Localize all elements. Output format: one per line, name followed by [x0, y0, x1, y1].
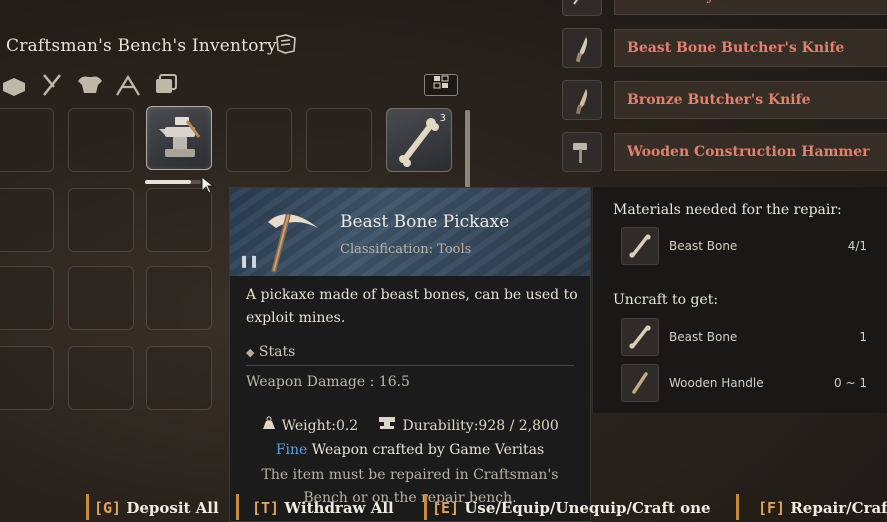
diamond-icon: ◆ — [246, 346, 255, 359]
hammer-icon — [562, 132, 602, 172]
quality-label: Fine — [275, 442, 308, 458]
anvil-icon — [159, 117, 201, 157]
hotkey-withdraw-all[interactable]: [T] Withdraw All — [252, 494, 394, 522]
stats-heading-label: Stats — [258, 344, 296, 360]
stats-heading: ◆ Stats — [246, 344, 295, 360]
stack-count: 3 — [439, 113, 446, 124]
scythe-icon — [562, 0, 602, 16]
item-classification: Classification: Tools — [340, 242, 472, 257]
pause-icon: ❚❚ — [239, 254, 260, 268]
weight-durability-line: Weight:0.2 Durability:928 / 2,800 — [230, 416, 590, 434]
hotkey-key: [G] — [94, 499, 122, 517]
wooden-handle-icon — [621, 364, 659, 402]
recipe-label: Wooden Construction Hammer — [614, 133, 887, 171]
inventory-slot[interactable] — [0, 266, 54, 330]
inventory-slot[interactable] — [68, 266, 134, 330]
inventory-slot[interactable] — [68, 346, 134, 410]
recipe-item[interactable]: Beast Bone Butcher's Knife — [562, 28, 887, 68]
durability-value: Durability:928 / 2,800 — [402, 418, 559, 434]
hotkey-key: [F] — [758, 499, 786, 517]
recipe-label: Bronze Scythe — [614, 0, 887, 15]
category-misc-icon[interactable] — [152, 73, 180, 101]
weight-icon — [261, 416, 277, 434]
inventory-slot[interactable] — [306, 108, 372, 172]
durability-bar — [145, 180, 201, 184]
uncraft-heading: Uncraft to get: — [613, 292, 719, 308]
beast-bone-icon — [621, 227, 659, 265]
repair-material-row: Beast Bone 4/1 — [621, 227, 871, 265]
knife-icon — [562, 80, 602, 120]
beast-bone-icon — [621, 318, 659, 356]
inventory-book-icon — [274, 32, 298, 56]
inventory-slot-anvil[interactable] — [146, 106, 212, 170]
hotkey-use-equip[interactable]: [E] Use/Equip/Unequip/Craft one — [432, 494, 711, 522]
inventory-slot[interactable] — [68, 188, 134, 252]
item-tooltip: Beast Bone Pickaxe Classification: Tools… — [229, 187, 591, 522]
item-description: A pickaxe made of beast bones, can be us… — [246, 287, 578, 326]
recipe-label: Beast Bone Butcher's Knife — [614, 29, 887, 67]
hotkey-label: Withdraw All — [284, 499, 394, 517]
hotkey-key: [E] — [432, 499, 460, 517]
recipe-item[interactable]: Bronze Butcher's Knife — [562, 80, 887, 120]
hotkey-key: [T] — [252, 499, 280, 517]
category-tools-icon[interactable] — [114, 73, 142, 101]
recipe-item[interactable]: Bronze Scythe — [562, 0, 887, 16]
weapon-damage: Weapon Damage : 16.5 — [246, 374, 410, 390]
hotkey-separator — [424, 494, 427, 520]
mouse-cursor-icon — [201, 175, 215, 194]
inventory-slot[interactable] — [68, 108, 134, 172]
tooltip-header: Beast Bone Pickaxe Classification: Tools… — [230, 188, 590, 276]
material-qty: 1 — [859, 330, 867, 344]
inventory-slot[interactable] — [146, 346, 212, 410]
hotkey-separator — [86, 494, 89, 520]
hotkey-repair-craft[interactable]: [F] Repair/Craft — [758, 494, 887, 522]
weight-value: Weight:0.2 — [281, 418, 359, 434]
repair-heading: Materials needed for the repair: — [613, 202, 842, 218]
recipe-item[interactable]: Wooden Construction Hammer — [562, 132, 887, 172]
hotkey-label: Use/Equip/Unequip/Craft one — [464, 499, 711, 517]
inventory-scrollbar[interactable] — [465, 110, 470, 190]
inventory-slot[interactable] — [146, 188, 212, 252]
inventory-slot[interactable] — [146, 266, 212, 330]
recipe-label: Bronze Butcher's Knife — [614, 81, 887, 119]
crafted-by: Weapon crafted by Game Veritas — [311, 442, 545, 458]
material-qty: 4/1 — [847, 239, 867, 253]
knife-icon — [562, 28, 602, 68]
hotkey-label: Repair/Craft — [790, 499, 887, 517]
inventory-slot[interactable] — [0, 108, 54, 172]
material-name: Beast Bone — [669, 330, 738, 344]
hotkey-separator — [736, 494, 739, 520]
durability-fill — [145, 180, 191, 184]
uncraft-material-row: Beast Bone 1 — [621, 318, 871, 356]
category-armor-icon[interactable] — [76, 73, 104, 101]
inventory-slot[interactable] — [226, 108, 292, 172]
anvil-durability-icon — [376, 417, 398, 434]
inventory-slot[interactable] — [0, 346, 54, 410]
inventory-slot[interactable] — [0, 188, 54, 252]
inventory-slot-beast-bone[interactable]: 3 — [386, 108, 452, 172]
uncraft-material-row: Wooden Handle 0 ~ 1 — [621, 364, 871, 402]
sort-inventory-button[interactable] — [424, 74, 458, 96]
crafted-by-line: Fine Weapon crafted by Game Veritas — [230, 442, 590, 458]
material-name: Beast Bone — [669, 239, 738, 253]
inventory-title: Craftsman's Bench's Inventory — [6, 36, 277, 56]
hotkey-separator — [236, 494, 239, 520]
material-qty: 0 ~ 1 — [834, 376, 867, 390]
pickaxe-icon — [268, 213, 318, 273]
category-weapons-icon[interactable] — [38, 73, 66, 101]
category-filter-bar — [0, 72, 180, 102]
divider — [246, 365, 574, 366]
materials-panel: Materials needed for the repair: Beast B… — [592, 187, 887, 413]
category-materials-icon[interactable] — [0, 73, 28, 101]
hotkey-deposit-all[interactable]: [G] Deposit All — [94, 494, 219, 522]
hotkey-label: Deposit All — [126, 499, 219, 517]
material-name: Wooden Handle — [669, 376, 764, 390]
item-name: Beast Bone Pickaxe — [340, 212, 510, 232]
